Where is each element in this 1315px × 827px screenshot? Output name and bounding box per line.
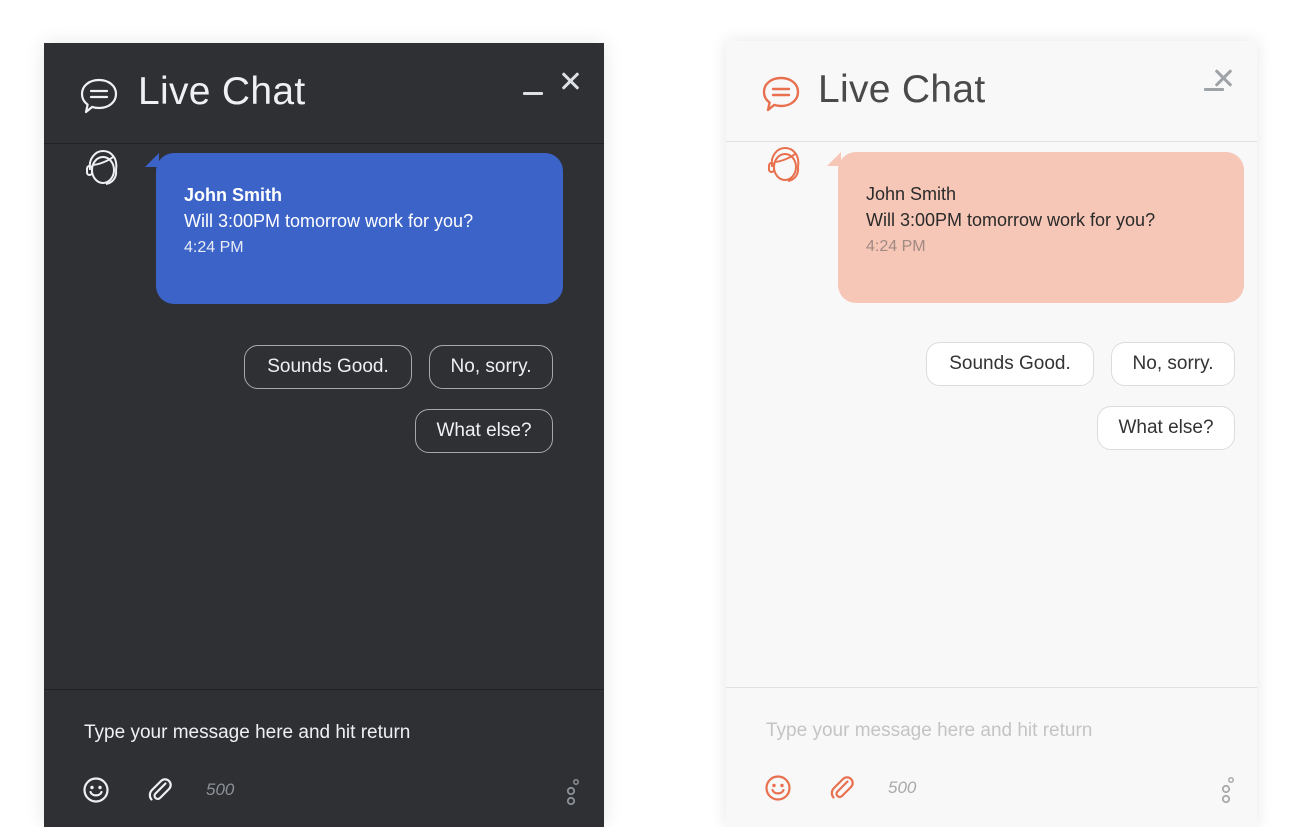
quick-reply-no-sorry[interactable]: No, sorry.: [429, 345, 553, 389]
message-bubble: John Smith Will 3:00PM tomorrow work for…: [827, 152, 1244, 303]
message-sender: John Smith: [184, 185, 282, 205]
close-icon[interactable]: [1213, 67, 1235, 89]
quick-reply-sounds-good[interactable]: Sounds Good.: [244, 345, 412, 389]
quick-reply-what-else[interactable]: What else?: [1097, 406, 1235, 450]
message-sender: John Smith: [866, 184, 957, 204]
live-chat-widget-light: Live Chat John Smith Will 3:00PM tomorro…: [726, 41, 1257, 827]
character-count: 500: [206, 780, 235, 799]
chat-bubble-icon: [760, 74, 802, 116]
chat-header: Live Chat: [44, 43, 604, 144]
quick-reply-sounds-good[interactable]: Sounds Good.: [926, 342, 1094, 386]
settings-dots-icon[interactable]: [1219, 774, 1237, 806]
settings-dots-icon[interactable]: [564, 776, 582, 808]
quick-reply-no-sorry[interactable]: No, sorry.: [1111, 342, 1235, 386]
message-input[interactable]: [84, 718, 524, 748]
chat-title: Live Chat: [818, 68, 986, 111]
message-input[interactable]: [766, 716, 1206, 746]
composer: 500: [44, 689, 604, 827]
message-text: Will 3:00PM tomorrow work for you?: [866, 210, 1156, 230]
message-text: Will 3:00PM tomorrow work for you?: [184, 211, 474, 231]
emoji-icon[interactable]: [764, 774, 792, 802]
quick-reply-what-else[interactable]: What else?: [415, 409, 553, 453]
live-chat-widget-dark: Live Chat John Smith Will 3:00PM tomorro…: [44, 43, 604, 827]
stage: Live Chat John Smith Will 3:00PM tomorro…: [0, 0, 1315, 827]
close-icon[interactable]: [560, 70, 582, 92]
chat-bubble-icon: [78, 76, 120, 118]
message-bubble: John Smith Will 3:00PM tomorrow work for…: [145, 153, 563, 304]
message-time: 4:24 PM: [184, 239, 244, 256]
emoji-icon[interactable]: [82, 776, 110, 804]
chat-header: Live Chat: [726, 41, 1257, 142]
agent-avatar-icon: [766, 145, 804, 187]
paperclip-icon[interactable]: [828, 774, 856, 802]
agent-avatar-icon: [84, 148, 122, 190]
message-time: 4:24 PM: [866, 238, 926, 255]
chat-title: Live Chat: [138, 70, 306, 113]
character-count: 500: [888, 778, 917, 797]
minimize-icon[interactable]: [523, 72, 547, 98]
paperclip-icon[interactable]: [146, 776, 174, 804]
composer: 500: [726, 687, 1257, 827]
